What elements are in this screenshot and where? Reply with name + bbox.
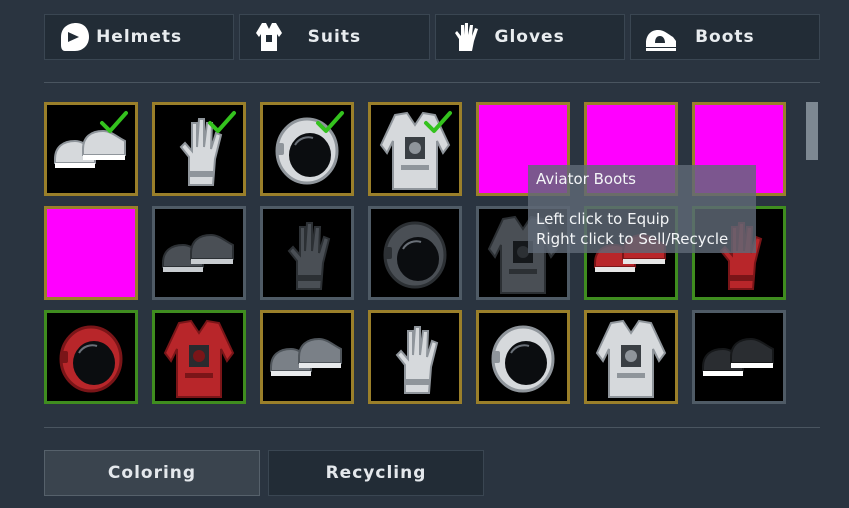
tooltip-equip-hint: Left click to Equip	[536, 210, 670, 228]
inventory-slot-glove[interactable]	[260, 206, 354, 300]
glove-item-icon	[395, 326, 439, 394]
inventory-slot-suit[interactable]	[584, 310, 678, 404]
equipped-check-icon	[100, 111, 128, 133]
tab-suits-label: Suits	[307, 27, 362, 47]
scrollbar-thumb[interactable]	[806, 102, 818, 160]
tab-helmets[interactable]: Helmets	[44, 14, 235, 60]
helmet-item-icon	[59, 325, 123, 393]
tab-suits[interactable]: Suits	[239, 14, 430, 60]
coloring-button[interactable]: Coloring	[44, 450, 260, 496]
inventory-slot-boots[interactable]	[692, 310, 786, 404]
recycling-button[interactable]: Recycling	[268, 450, 484, 496]
equipped-check-icon	[316, 111, 344, 133]
inventory-slot-helmet[interactable]	[44, 310, 138, 404]
boots-item-icon	[270, 337, 342, 376]
inventory-slot-glove[interactable]	[368, 310, 462, 404]
inventory-scrollbar[interactable]	[806, 102, 818, 408]
inventory-slot-boots[interactable]	[152, 206, 246, 300]
bottom-divider	[44, 427, 820, 428]
tab-helmets-label: Helmets	[96, 27, 183, 47]
inventory-slot-glove[interactable]	[152, 102, 246, 196]
suit-item-icon	[163, 319, 235, 398]
boots-item-icon	[702, 337, 774, 376]
inventory-slot-boots[interactable]	[44, 102, 138, 196]
inventory-grid	[44, 102, 790, 408]
equipped-check-icon	[424, 111, 452, 133]
inventory-slot-helmet[interactable]	[260, 102, 354, 196]
glove-item-icon	[287, 222, 331, 290]
category-tabs: Helmets Suits Gloves Boots	[44, 14, 820, 60]
tab-boots-label: Boots	[695, 27, 755, 47]
suit-item-icon	[595, 319, 667, 398]
tab-boots[interactable]: Boots	[629, 14, 820, 60]
inventory-slot-helmet[interactable]	[476, 310, 570, 404]
helmet-item-icon	[491, 325, 555, 393]
inventory-slot-boots[interactable]	[260, 310, 354, 404]
tooltip-title: Aviator Boots	[536, 170, 636, 188]
tab-gloves-label: Gloves	[494, 27, 565, 47]
equipped-check-icon	[208, 111, 236, 133]
inventory-slot-suit[interactable]	[368, 102, 462, 196]
boots-item-icon	[162, 233, 234, 272]
top-divider	[44, 82, 820, 83]
tab-gloves[interactable]: Gloves	[434, 14, 625, 60]
item-tooltip: Aviator Boots Left click to Equip Right …	[528, 165, 756, 253]
helmet-item-icon	[383, 221, 447, 289]
inventory-slot-helmet[interactable]	[368, 206, 462, 300]
inventory-slot-suit[interactable]	[152, 310, 246, 404]
inventory-slot-placeholder[interactable]	[44, 206, 138, 300]
tooltip-sell-hint: Right click to Sell/Recycle	[536, 230, 729, 248]
